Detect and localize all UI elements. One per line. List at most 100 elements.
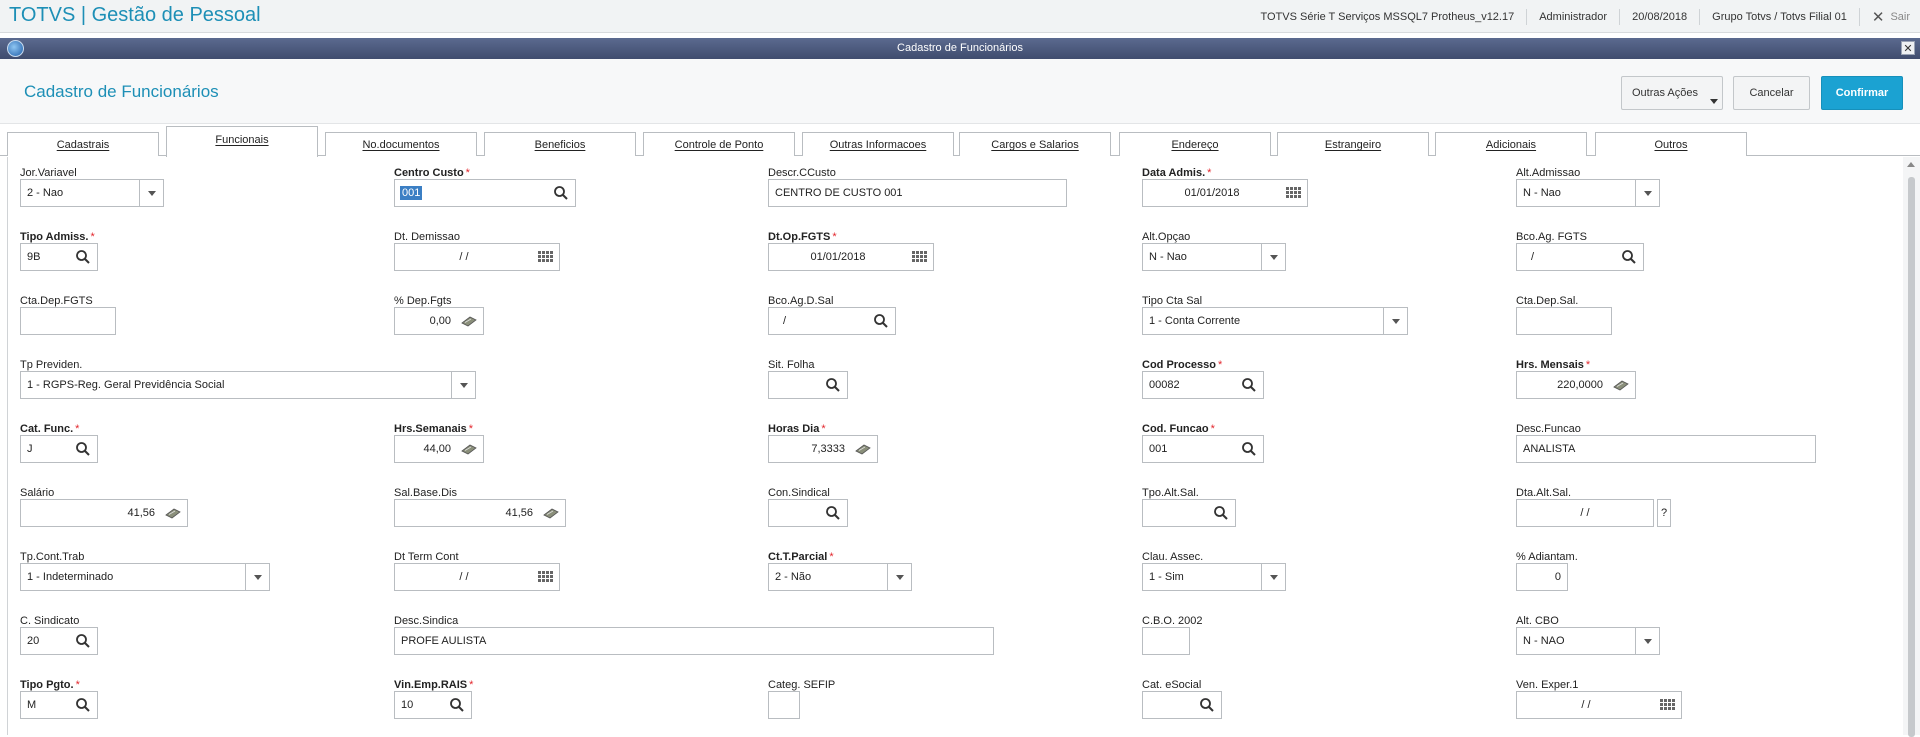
vertical-scrollbar[interactable]	[1903, 157, 1920, 737]
search-icon[interactable]	[75, 697, 91, 713]
hrs-semanais-input[interactable]: 44,00	[394, 435, 484, 463]
tab-no-documentos[interactable]: No.documentos	[325, 132, 477, 156]
sit-folha-input[interactable]	[768, 371, 848, 399]
tab-cadastrais[interactable]: Cadastrais	[7, 132, 159, 156]
calculator-icon[interactable]	[543, 505, 559, 521]
chevron-down-icon[interactable]	[1635, 180, 1659, 206]
jor-variavel-select[interactable]: 2 - Nao	[20, 179, 164, 207]
tpo-alt-sal-input[interactable]	[1142, 499, 1236, 527]
calculator-icon[interactable]	[461, 313, 477, 329]
search-icon[interactable]	[825, 505, 841, 521]
cod-processo-input[interactable]: 00082	[1142, 371, 1264, 399]
dt-demissao-input[interactable]: / /	[394, 243, 560, 271]
search-icon[interactable]	[1621, 249, 1637, 265]
dt-op-fgts-input[interactable]: 01/01/2018	[768, 243, 934, 271]
tab-cargos-e-salarios[interactable]: Cargos e Salarios	[959, 132, 1111, 156]
con-sindical-input[interactable]	[768, 499, 848, 527]
calculator-icon[interactable]	[855, 441, 871, 457]
search-icon[interactable]	[449, 697, 465, 713]
clau-assec-select[interactable]: 1 - Sim	[1142, 563, 1286, 591]
calendar-icon[interactable]	[537, 569, 553, 585]
chevron-down-icon[interactable]	[1383, 308, 1407, 334]
other-actions-button[interactable]: Outras Ações	[1621, 76, 1723, 110]
calendar-icon[interactable]	[911, 249, 927, 265]
cbo-2002-input[interactable]	[1142, 627, 1190, 655]
search-icon[interactable]	[75, 249, 91, 265]
chevron-down-icon[interactable]	[1635, 628, 1659, 654]
ven-exper-1-input[interactable]: / /	[1516, 691, 1682, 719]
sal-base-dis-input[interactable]: 41,56	[394, 499, 566, 527]
alt-cbo-select[interactable]: N - NAO	[1516, 627, 1660, 655]
cod-processo-value: 00082	[1149, 379, 1180, 391]
horas-dia-input[interactable]: 7,3333	[768, 435, 878, 463]
chevron-down-icon[interactable]	[139, 180, 163, 206]
ct-t-parcial-select[interactable]: 2 - Não	[768, 563, 912, 591]
desc-sindica-input[interactable]: PROFE AULISTA	[394, 627, 994, 655]
tipo-cta-sal-select[interactable]: 1 - Conta Corrente	[1142, 307, 1408, 335]
scroll-thumb[interactable]	[1908, 177, 1915, 737]
cat-func-input[interactable]: J	[20, 435, 98, 463]
tab-endereco[interactable]: Endereço	[1119, 132, 1271, 156]
pct-adiantam-input[interactable]: 0	[1516, 563, 1568, 591]
chevron-down-icon[interactable]	[1261, 564, 1285, 590]
search-icon[interactable]	[873, 313, 889, 329]
tab-funcionais[interactable]: Funcionais	[166, 126, 318, 157]
chevron-down-icon[interactable]	[1261, 244, 1285, 270]
cat-esocial-input[interactable]	[1142, 691, 1222, 719]
tab-controle-de-ponto[interactable]: Controle de Ponto	[643, 132, 795, 156]
bco-ag-d-sal-input[interactable]: /	[768, 307, 896, 335]
search-icon[interactable]	[1199, 697, 1215, 713]
tp-previden-select[interactable]: 1 - RGPS-Reg. Geral Previdência Social	[20, 371, 476, 399]
cta-dep-fgts-input[interactable]	[20, 307, 116, 335]
calculator-icon[interactable]	[461, 441, 477, 457]
dta-alt-sal-input[interactable]: / /	[1516, 499, 1654, 527]
salario-input[interactable]: 41,56	[20, 499, 188, 527]
alt-opcao-select[interactable]: N - Nao	[1142, 243, 1286, 271]
calendar-icon[interactable]	[537, 249, 553, 265]
exit-button[interactable]: ✕ Sair	[1858, 7, 1910, 26]
tp-cont-trab-select[interactable]: 1 - Indeterminado	[20, 563, 270, 591]
hrs-mensais-input[interactable]: 220,0000	[1516, 371, 1636, 399]
chevron-down-icon[interactable]	[887, 564, 911, 590]
search-icon[interactable]	[1241, 441, 1257, 457]
desc-funcao-input[interactable]: ANALISTA	[1516, 435, 1816, 463]
tipo-admiss-input[interactable]: 9B	[20, 243, 98, 271]
tab-beneficios[interactable]: Beneficios	[484, 132, 636, 156]
search-icon[interactable]	[75, 633, 91, 649]
calculator-icon[interactable]	[165, 505, 181, 521]
tab-outros[interactable]: Outros	[1595, 132, 1747, 156]
help-button[interactable]: ?	[1657, 499, 1671, 527]
vin-emp-rais-input[interactable]: 10	[394, 691, 472, 719]
c-sindicato-input[interactable]: 20	[20, 627, 98, 655]
search-icon[interactable]	[553, 185, 569, 201]
scroll-up-icon[interactable]	[1907, 162, 1915, 167]
tab-bar: Cadastrais Funcionais No.documentos Bene…	[0, 124, 1920, 157]
search-icon[interactable]	[825, 377, 841, 393]
label-descr-ccusto: Descr.CCusto	[768, 167, 836, 179]
confirm-button[interactable]: Confirmar	[1821, 76, 1903, 110]
calendar-icon[interactable]	[1285, 185, 1301, 201]
search-icon[interactable]	[1241, 377, 1257, 393]
search-icon[interactable]	[75, 441, 91, 457]
tipo-pgto-input[interactable]: M	[20, 691, 98, 719]
search-icon[interactable]	[1213, 505, 1229, 521]
cta-dep-sal-input[interactable]	[1516, 307, 1612, 335]
data-admis-input[interactable]: 01/01/2018	[1142, 179, 1308, 207]
tab-estrangeiro[interactable]: Estrangeiro	[1277, 132, 1429, 156]
centro-custo-input[interactable]: 001	[394, 179, 576, 207]
descr-ccusto-input[interactable]: CENTRO DE CUSTO 001	[768, 179, 1067, 207]
calendar-icon[interactable]	[1659, 697, 1675, 713]
alt-admissao-select[interactable]: N - Nao	[1516, 179, 1660, 207]
chevron-down-icon[interactable]	[451, 372, 475, 398]
window-close-button[interactable]: ✕	[1901, 41, 1915, 55]
bco-ag-fgts-input[interactable]: /	[1516, 243, 1644, 271]
tab-adicionais[interactable]: Adicionais	[1435, 132, 1587, 156]
categ-sefip-input[interactable]	[768, 691, 800, 719]
cancel-button[interactable]: Cancelar	[1733, 76, 1810, 110]
dt-term-cont-input[interactable]: / /	[394, 563, 560, 591]
cod-funcao-input[interactable]: 001	[1142, 435, 1264, 463]
chevron-down-icon[interactable]	[245, 564, 269, 590]
tab-outras-informacoes[interactable]: Outras Informacoes	[802, 132, 954, 156]
calculator-icon[interactable]	[1613, 377, 1629, 393]
pct-dep-fgts-input[interactable]: 0,00	[394, 307, 484, 335]
